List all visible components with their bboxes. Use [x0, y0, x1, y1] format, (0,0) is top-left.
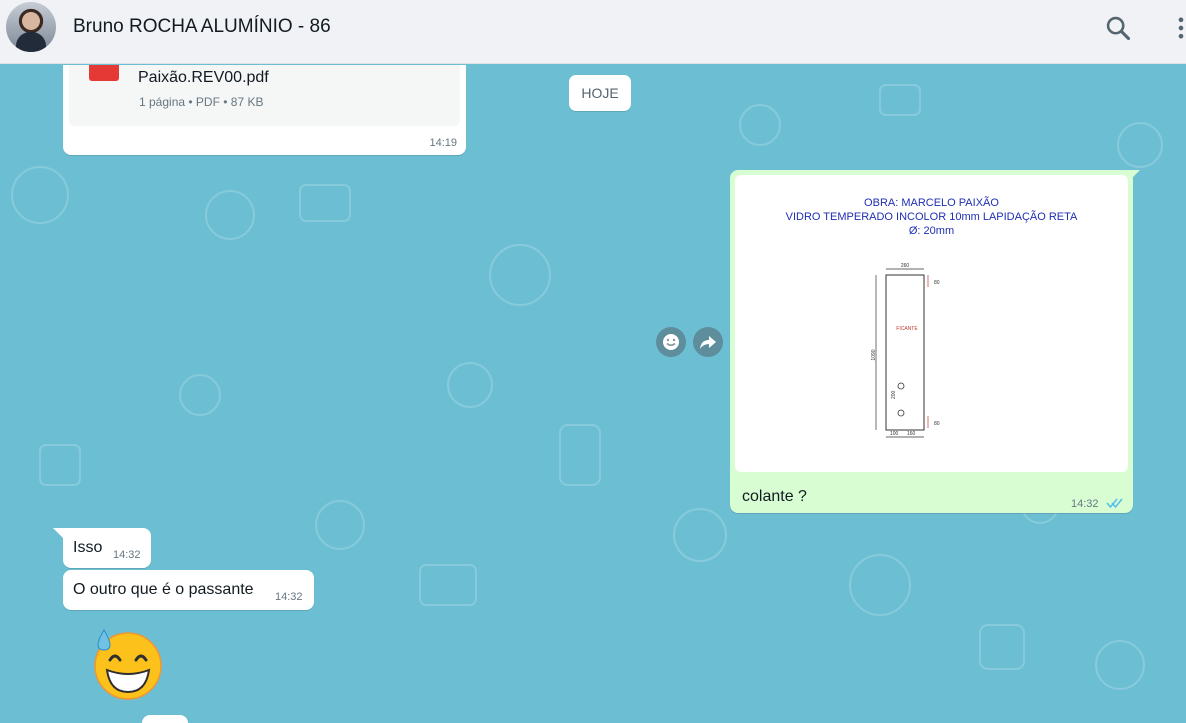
technical-drawing: 260 1090 FICANTE 80 80 200 100 160 [871, 263, 940, 438]
message-text: O outro que é o passante [73, 581, 254, 598]
image-attachment[interactable]: OBRA: MARCELO PAIXÃO VIDRO TEMPERADO INC… [735, 175, 1128, 472]
incoming-message[interactable]: Isso 14:32 [63, 528, 151, 568]
emoji-icon [663, 334, 679, 350]
forward-icon [700, 336, 716, 349]
pdf-message[interactable]: Paixão.REV00.pdf 1 página • PDF • 87 KB … [63, 65, 466, 155]
dim-100: 100 [890, 431, 899, 437]
message-time: 14:32 [1071, 498, 1099, 510]
dim-80-top: 80 [934, 280, 940, 286]
message-time: 14:32 [113, 549, 141, 561]
bubble-tail [53, 528, 63, 538]
drawing-label: FICANTE [896, 326, 918, 332]
pdf-file-icon [89, 65, 119, 81]
pdf-file-meta: 1 página • PDF • 87 KB [139, 95, 264, 109]
message-time: 14:32 [275, 591, 303, 603]
incoming-message[interactable]: O outro que é o passante 14:32 [63, 570, 314, 610]
search-icon[interactable] [1104, 14, 1132, 42]
pdf-file-name: Paixão.REV00.pdf [138, 69, 269, 86]
message-time: 14:19 [429, 137, 457, 149]
image-caption: colante ? [742, 488, 807, 505]
react-button[interactable] [656, 327, 686, 357]
emoji-sweat-smile [94, 629, 162, 700]
menu-icon[interactable] [1167, 14, 1186, 42]
date-chip: HOJE [569, 75, 631, 111]
contact-name[interactable]: Bruno ROCHA ALUMÍNIO - 86 [73, 16, 331, 38]
incoming-message-partial[interactable] [142, 715, 188, 723]
image-message[interactable]: OBRA: MARCELO PAIXÃO VIDRO TEMPERADO INC… [730, 170, 1133, 513]
bubble-tail [1130, 170, 1140, 180]
contact-avatar[interactable] [6, 2, 56, 52]
chat-header[interactable]: Bruno ROCHA ALUMÍNIO - 86 [0, 0, 1186, 64]
dim-80-bottom: 80 [934, 421, 940, 427]
forward-button[interactable] [693, 327, 723, 357]
pdf-attachment[interactable]: Paixão.REV00.pdf 1 página • PDF • 87 KB [69, 65, 460, 126]
message-text: Isso [73, 539, 103, 556]
chat-area[interactable]: Paixão.REV00.pdf 1 página • PDF • 87 KB … [0, 65, 1186, 723]
dim-200: 200 [891, 390, 897, 399]
dim-width: 260 [901, 263, 910, 269]
read-receipt-icon [1106, 498, 1123, 509]
dim-160: 160 [907, 431, 916, 437]
dim-height: 1090 [871, 349, 877, 360]
